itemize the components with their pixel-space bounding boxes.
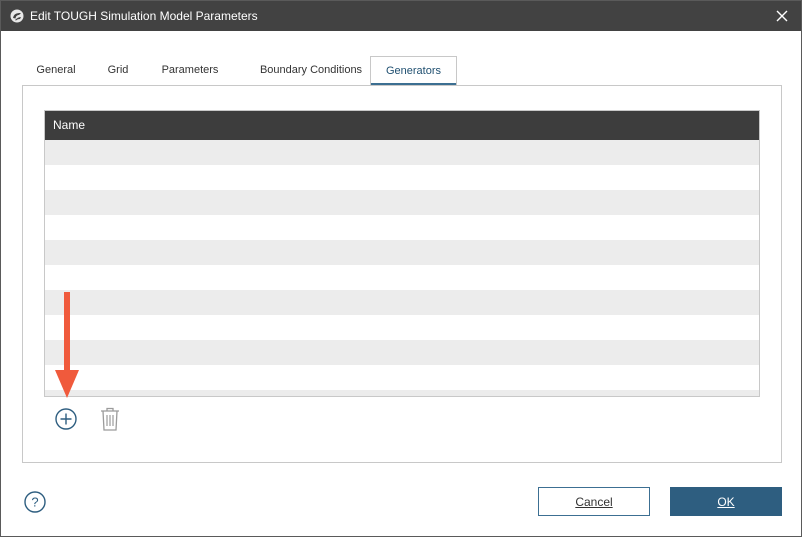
table-row — [45, 240, 759, 265]
tab-generators[interactable]: Generators — [370, 56, 457, 86]
cancel-button-label: Cancel — [575, 494, 613, 509]
dialog-window: Edit TOUGH Simulation Model Parameters G… — [0, 0, 802, 537]
close-button[interactable] — [763, 1, 801, 31]
ok-button[interactable]: OK — [670, 487, 782, 516]
down-arrow-callout — [55, 292, 79, 400]
table-row — [45, 165, 759, 190]
tab-grid[interactable]: Grid — [95, 56, 141, 84]
tab-parameters[interactable]: Parameters — [149, 56, 231, 84]
tab-boundary-conditions[interactable]: Boundary Conditions — [241, 56, 381, 84]
add-generator-button[interactable] — [54, 407, 78, 431]
table-row — [45, 365, 759, 390]
help-button[interactable]: ? — [24, 491, 46, 513]
table-row — [45, 265, 759, 290]
tab-general-label: General — [36, 64, 76, 76]
column-header-name[interactable]: Name — [45, 111, 759, 140]
ok-button-label: OK — [717, 494, 735, 509]
window-title: Edit TOUGH Simulation Model Parameters — [30, 9, 258, 23]
column-header-name-label: Name — [53, 118, 86, 132]
table-row — [45, 340, 759, 365]
tab-generators-label: Generators — [385, 65, 442, 77]
tab-parameters-label: Parameters — [161, 64, 219, 76]
generators-panel: Name — [22, 85, 782, 463]
trash-icon — [101, 407, 119, 431]
table-row — [45, 190, 759, 215]
svg-text:?: ? — [31, 495, 38, 510]
tab-general[interactable]: General — [23, 56, 89, 84]
table-row — [45, 140, 759, 165]
generators-table[interactable]: Name — [44, 110, 760, 397]
table-row — [45, 290, 759, 315]
app-icon — [10, 9, 24, 23]
delete-generator-button[interactable] — [99, 406, 121, 432]
plus-circle-icon — [55, 408, 77, 430]
table-row — [45, 315, 759, 340]
tab-boundary-conditions-label: Boundary Conditions — [259, 64, 363, 76]
help-circle-icon: ? — [24, 491, 46, 513]
title-bar: Edit TOUGH Simulation Model Parameters — [1, 1, 801, 31]
cancel-button[interactable]: Cancel — [538, 487, 650, 516]
tab-grid-label: Grid — [107, 64, 129, 76]
table-row — [45, 390, 759, 396]
table-row — [45, 215, 759, 240]
close-icon — [776, 10, 788, 22]
